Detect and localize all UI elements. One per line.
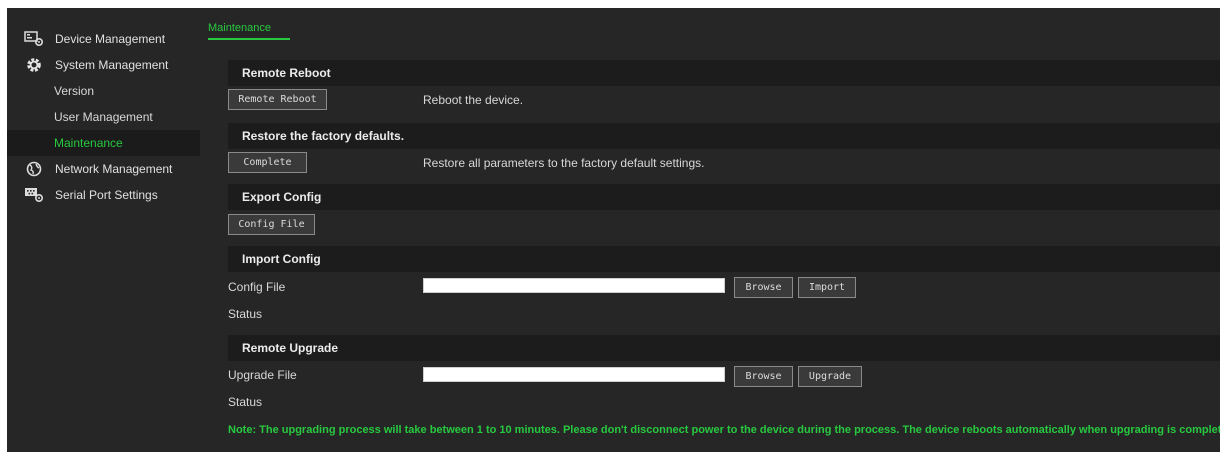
sidebar-item-network-management[interactable]: Network Management [7, 156, 200, 182]
section-header-remote-reboot: Remote Reboot [228, 60, 1220, 86]
remote-reboot-button[interactable]: Remote Reboot [228, 89, 327, 110]
sidebar-item-label: Network Management [55, 162, 173, 176]
sidebar: Device Management System Management Vers… [7, 8, 200, 452]
sidebar-subitem-version[interactable]: Version [7, 78, 200, 104]
sidebar-item-system-management[interactable]: System Management [7, 52, 200, 78]
restore-defaults-description: Restore all parameters to the factory de… [423, 156, 705, 170]
remote-reboot-description: Reboot the device. [423, 93, 524, 107]
sidebar-item-label: System Management [55, 58, 169, 72]
section-header-restore-defaults: Restore the factory defaults. [228, 123, 1220, 149]
config-browse-button[interactable]: Browse [734, 277, 793, 298]
sidebar-subitem-maintenance[interactable]: Maintenance [7, 130, 200, 156]
section-header-remote-upgrade: Remote Upgrade [228, 335, 1220, 361]
tab-strip: Maintenance [208, 20, 290, 44]
section-header-export-config: Export Config [228, 184, 1220, 210]
upgrade-browse-button[interactable]: Browse [734, 366, 793, 387]
section-header-import-config: Import Config [228, 246, 1220, 272]
upgrade-file-label: Upgrade File [228, 368, 297, 382]
upgrade-file-input[interactable] [423, 367, 725, 382]
upgrade-button[interactable]: Upgrade [798, 366, 862, 387]
upgrade-status-label: Status [228, 395, 263, 409]
sidebar-item-serial-port-settings[interactable]: Serial Port Settings [7, 182, 200, 208]
config-file-label: Config File [228, 280, 286, 294]
sidebar-item-device-management[interactable]: Device Management [7, 26, 200, 52]
gear-icon [23, 56, 45, 74]
config-file-input[interactable] [423, 278, 725, 293]
main-content: Maintenance Remote Reboot Remote Reboot … [200, 8, 1220, 452]
tab-maintenance[interactable]: Maintenance [208, 22, 290, 40]
import-status-label: Status [228, 307, 263, 321]
sidebar-item-label: Device Management [55, 32, 166, 46]
app-frame: Device Management System Management Vers… [7, 8, 1220, 452]
upgrade-note: Note: The upgrading process will take be… [228, 424, 1220, 436]
import-button[interactable]: Import [798, 277, 856, 298]
sidebar-item-label: Serial Port Settings [55, 188, 158, 202]
config-file-button[interactable]: Config File [228, 214, 315, 235]
sidebar-subitem-user-management[interactable]: User Management [7, 104, 200, 130]
globe-icon [23, 160, 45, 178]
device-management-icon [23, 30, 45, 48]
serial-port-icon [23, 186, 45, 204]
complete-button[interactable]: Complete [228, 152, 307, 173]
